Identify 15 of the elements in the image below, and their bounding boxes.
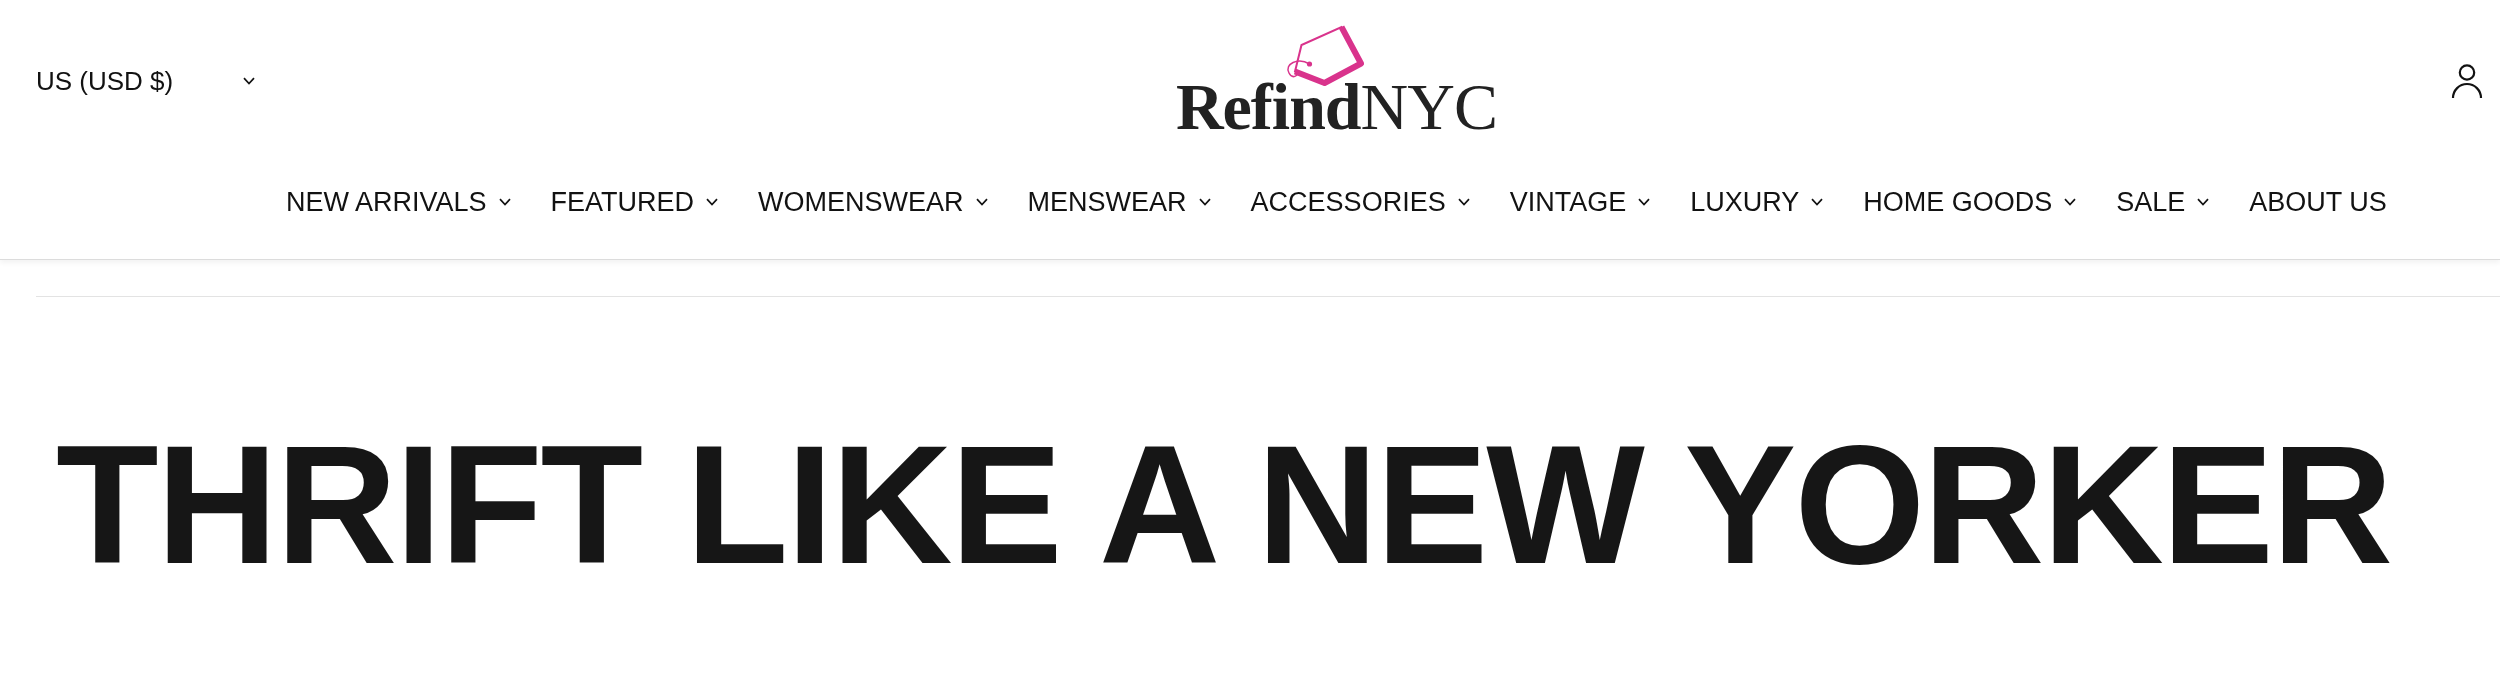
hero-heading: THRIFT LIKE A NEW YORKER — [56, 421, 2392, 589]
nav-link[interactable]: ABOUT US — [2249, 186, 2387, 218]
account-icon[interactable] — [2450, 64, 2483, 98]
currency-selector[interactable]: US (USD $) — [36, 65, 256, 97]
nav-link[interactable]: NEW ARRIVALS — [286, 186, 511, 218]
nav-link[interactable]: SALE — [2116, 186, 2210, 218]
nav-link[interactable]: FEATURED — [550, 186, 719, 218]
nav-link[interactable]: LUXURY — [1690, 186, 1824, 218]
nav-link[interactable]: MENSWEAR — [1027, 186, 1211, 218]
chevron-down-icon — [243, 77, 256, 85]
nav-link[interactable]: ACCESSORIES — [1250, 186, 1470, 218]
nav-link[interactable]: WOMENSWEAR — [758, 186, 988, 218]
logo[interactable]: RefindNYC — [1175, 24, 1497, 140]
nav-link[interactable]: VINTAGE — [1509, 186, 1651, 218]
nav-link[interactable]: HOME GOODS — [1863, 186, 2077, 218]
